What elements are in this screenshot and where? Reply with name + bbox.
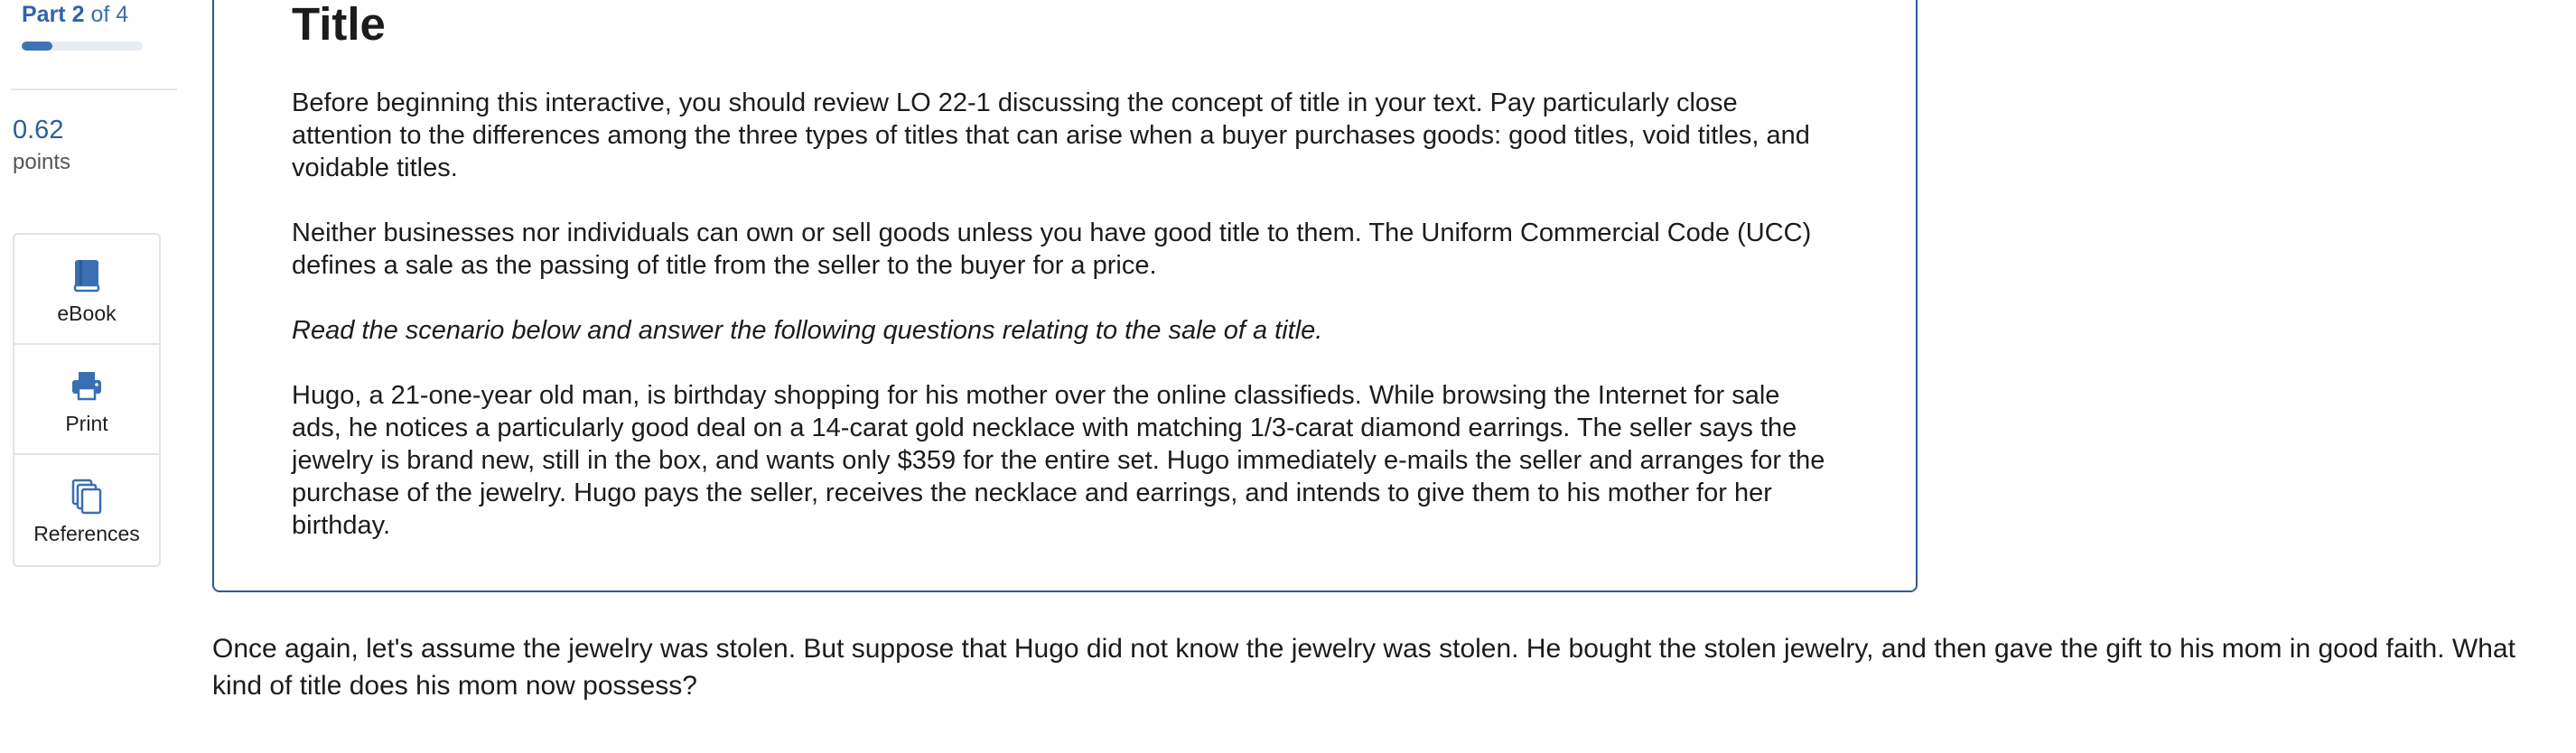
ebook-button[interactable]: eBook: [14, 235, 159, 345]
left-sidebar: Part 2 of 4 0.62 points eBook Print Refe…: [0, 0, 181, 753]
intro-paragraph: Before beginning this interactive, you s…: [292, 88, 1810, 182]
printer-icon: [72, 372, 101, 401]
intro-panel: Title Before beginning this interactive,…: [212, 0, 1918, 592]
print-label: Print: [65, 412, 108, 435]
scenario-paragraph: Hugo, a 21-one-year old man, is birthday…: [292, 381, 1825, 540]
points-value: 0.62: [13, 116, 64, 144]
copy-documents-icon: [71, 479, 102, 515]
references-button[interactable]: References: [14, 455, 159, 565]
references-label: References: [33, 522, 140, 545]
part-word: Part: [22, 2, 66, 27]
instruction-paragraph: Read the scenario below and answer the f…: [292, 316, 1323, 345]
book-icon: [73, 260, 100, 293]
part-current: 2: [71, 2, 85, 27]
panel-title: Title: [292, 0, 386, 50]
print-button[interactable]: Print: [14, 345, 159, 455]
assignment-page: Part 2 of 4 0.62 points eBook Print Refe…: [0, 0, 2576, 753]
ebook-label: eBook: [57, 302, 117, 325]
part-progress-fill: [22, 42, 52, 51]
part-total: of 4: [90, 2, 129, 27]
tools-panel: eBook Print References: [13, 233, 161, 567]
part-indicator: Part 2 of 4: [22, 2, 128, 28]
points-label: points: [13, 150, 71, 174]
part-progress-bar: [22, 42, 143, 51]
sidebar-divider: [11, 88, 177, 90]
question-text: Once again, let's assume the jewelry was…: [212, 634, 2515, 701]
intro-paragraph: Neither businesses nor individuals can o…: [292, 218, 1812, 280]
